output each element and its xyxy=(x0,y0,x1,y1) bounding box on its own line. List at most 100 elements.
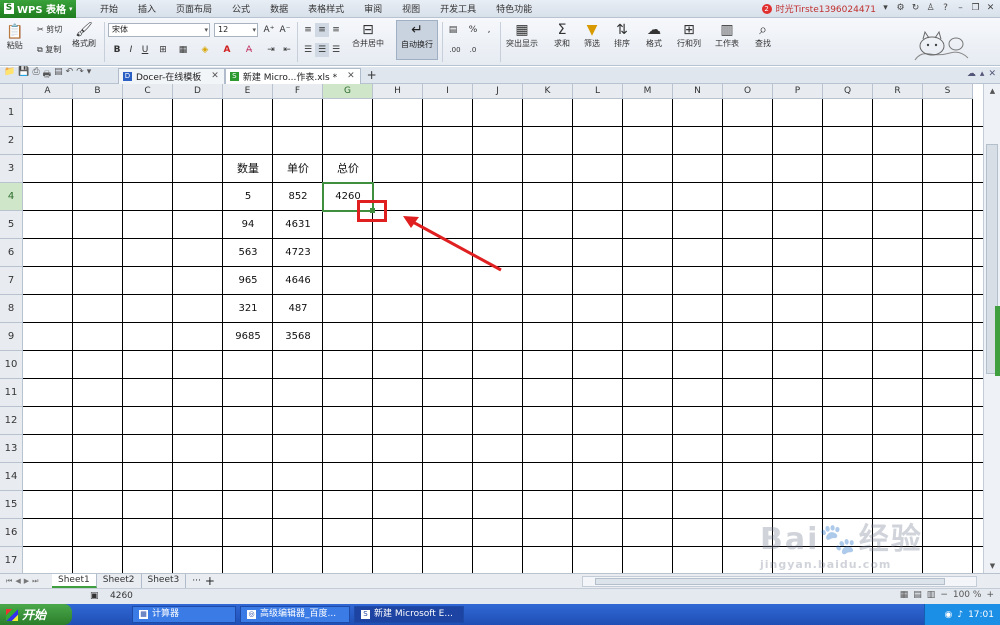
sidebar-handle[interactable] xyxy=(995,306,1000,376)
align-center-icon[interactable]: ☰ xyxy=(315,43,329,57)
start-button[interactable]: 开始 xyxy=(0,604,72,625)
user-account-link[interactable]: 时光Tirste1396024471 xyxy=(776,2,876,15)
zoom-level[interactable]: 100 % xyxy=(953,590,982,600)
row-header-10[interactable]: 10 xyxy=(0,351,23,379)
clear-format-icon[interactable]: A̶ xyxy=(242,43,256,57)
menu-item-9[interactable]: 特色功能 xyxy=(486,2,542,15)
settings-icon[interactable]: ⚙ xyxy=(895,3,906,14)
column-header-a[interactable]: A xyxy=(23,84,73,99)
column-header-q[interactable]: Q xyxy=(823,84,873,99)
add-sheet-button[interactable]: + xyxy=(205,574,215,588)
page-break-icon[interactable]: ▥ xyxy=(927,590,936,600)
menu-item-5[interactable]: 表格样式 xyxy=(298,2,354,15)
row-header-4[interactable]: 4 xyxy=(0,183,23,211)
chevron-up-icon[interactable]: ▴ xyxy=(980,69,985,79)
paste-button[interactable]: 📋 粘贴 xyxy=(6,24,23,51)
normal-view-icon[interactable]: ▦ xyxy=(900,590,909,600)
increase-decimal-icon[interactable]: .00 xyxy=(448,43,462,57)
save-icon[interactable]: 💾 xyxy=(18,67,29,83)
conditional-format-button[interactable]: ▦ 突出显示 xyxy=(506,22,538,49)
zoom-out-icon[interactable]: − xyxy=(940,590,948,600)
sum-button[interactable]: Σ 求和 xyxy=(554,22,570,49)
underline-icon[interactable]: U xyxy=(138,43,152,57)
row-header-15[interactable]: 15 xyxy=(0,491,23,519)
sheet-tab-sheet1[interactable]: Sheet1 xyxy=(52,574,97,588)
menu-item-0[interactable]: 开始 xyxy=(90,2,128,15)
horizontal-scroll-thumb[interactable] xyxy=(595,578,945,585)
find-button[interactable]: ⌕ 查找 xyxy=(755,22,771,49)
table-cell[interactable]: 965 xyxy=(223,267,273,295)
column-header-p[interactable]: P xyxy=(773,84,823,99)
print-icon[interactable]: 🖶 xyxy=(43,67,52,83)
sheet-tab-sheet3[interactable]: Sheet3 xyxy=(142,574,187,588)
document-tab[interactable]: D Docer-在线模板 ✕ xyxy=(118,67,225,84)
row-header-8[interactable]: 8 xyxy=(0,295,23,323)
restore-icon[interactable]: ❐ xyxy=(970,3,981,14)
align-left-icon[interactable]: ☰ xyxy=(301,43,315,57)
menu-item-2[interactable]: 页面布局 xyxy=(166,2,222,15)
horizontal-scrollbar[interactable] xyxy=(582,576,977,587)
chevron-down-icon[interactable]: ▾ xyxy=(87,67,92,83)
print-preview-icon[interactable]: ⎙ xyxy=(32,67,39,83)
row-header-5[interactable]: 5 xyxy=(0,211,23,239)
shirt-icon[interactable]: ♙ xyxy=(925,3,936,14)
more-sheets-icon[interactable]: ··· xyxy=(192,576,201,586)
prev-sheet-icon[interactable]: ◀ xyxy=(15,577,20,586)
table-cell[interactable]: 4646 xyxy=(273,267,323,295)
table-cell[interactable]: 9685 xyxy=(223,323,273,351)
menu-item-4[interactable]: 数据 xyxy=(260,2,298,15)
last-sheet-icon[interactable]: ⏭ xyxy=(32,577,38,586)
table-cell[interactable]: 94 xyxy=(223,211,273,239)
cell-area[interactable]: 数量 单价 总价 5 852 4260 94 4631 563 4723 965 4646 321 487… xyxy=(23,99,983,573)
close-icon[interactable]: ✕ xyxy=(985,3,996,14)
format-painter-button[interactable]: 🖌 格式刷 xyxy=(72,22,96,49)
cell-style-icon[interactable]: ▦ xyxy=(176,43,190,57)
column-header-j[interactable]: J xyxy=(473,84,523,99)
column-header-s[interactable]: S xyxy=(923,84,973,99)
sheet-tab-sheet2[interactable]: Sheet2 xyxy=(97,574,142,588)
table-cell[interactable]: 3568 xyxy=(273,323,323,351)
chevron-down-icon[interactable]: ▾ xyxy=(880,3,891,14)
column-header-e[interactable]: E xyxy=(223,84,273,99)
column-header-b[interactable]: B xyxy=(73,84,123,99)
next-sheet-icon[interactable]: ▶ xyxy=(24,577,29,586)
row-header-6[interactable]: 6 xyxy=(0,239,23,267)
italic-icon[interactable]: I xyxy=(124,43,138,57)
app-menu-button[interactable]: S WPS 表格 ▾ xyxy=(0,0,76,18)
filter-button[interactable]: ▼ 筛选 xyxy=(584,22,600,49)
scroll-down-icon[interactable]: ▼ xyxy=(987,561,998,571)
copy-button[interactable]: ⧉ 复制 xyxy=(37,44,61,55)
menu-item-1[interactable]: 插入 xyxy=(128,2,166,15)
row-header-9[interactable]: 9 xyxy=(0,323,23,351)
column-header-o[interactable]: O xyxy=(723,84,773,99)
menu-item-7[interactable]: 视图 xyxy=(392,2,430,15)
column-header-l[interactable]: L xyxy=(573,84,623,99)
redo-icon[interactable]: ↷ xyxy=(76,67,84,83)
minimize-icon[interactable]: – xyxy=(955,3,966,14)
clock[interactable]: 17:01 xyxy=(968,610,994,620)
column-header-h[interactable]: H xyxy=(373,84,423,99)
border-icon[interactable]: ⊞ xyxy=(156,43,170,57)
align-bottom-icon[interactable]: ≡ xyxy=(329,23,343,37)
open-folder-icon[interactable]: 📁 xyxy=(4,67,15,83)
spreadsheet-grid[interactable]: ABCDEFGHIJKLMNOPQRS 1 2 3 4 5 6 7 8 9 10 11 12 13 14 1… xyxy=(0,84,983,573)
row-header-16[interactable]: 16 xyxy=(0,519,23,547)
format-button[interactable]: ☁ 格式 xyxy=(646,22,662,49)
menu-item-8[interactable]: 开发工具 xyxy=(430,2,486,15)
column-header-n[interactable]: N xyxy=(673,84,723,99)
align-middle-icon[interactable]: ≡ xyxy=(315,23,329,37)
table-cell[interactable]: 487 xyxy=(273,295,323,323)
taskbar-item[interactable]: ▦ 计算器 xyxy=(132,606,236,623)
table-cell[interactable]: 563 xyxy=(223,239,273,267)
column-header-f[interactable]: F xyxy=(273,84,323,99)
menu-item-3[interactable]: 公式 xyxy=(222,2,260,15)
worksheet-button[interactable]: ▥ 工作表 xyxy=(715,22,739,49)
percent-icon[interactable]: % xyxy=(466,23,480,37)
sort-button[interactable]: ⇅ 排序 xyxy=(614,22,630,49)
table-header-cell[interactable]: 数量 xyxy=(223,155,273,183)
network-icon[interactable]: ◉ xyxy=(944,610,952,620)
notification-badge[interactable]: 2 xyxy=(761,3,772,14)
align-top-icon[interactable]: ≡ xyxy=(301,23,315,37)
row-header-3[interactable]: 3 xyxy=(0,155,23,183)
wrap-text-button[interactable]: ↵ 自动换行 xyxy=(396,20,438,60)
